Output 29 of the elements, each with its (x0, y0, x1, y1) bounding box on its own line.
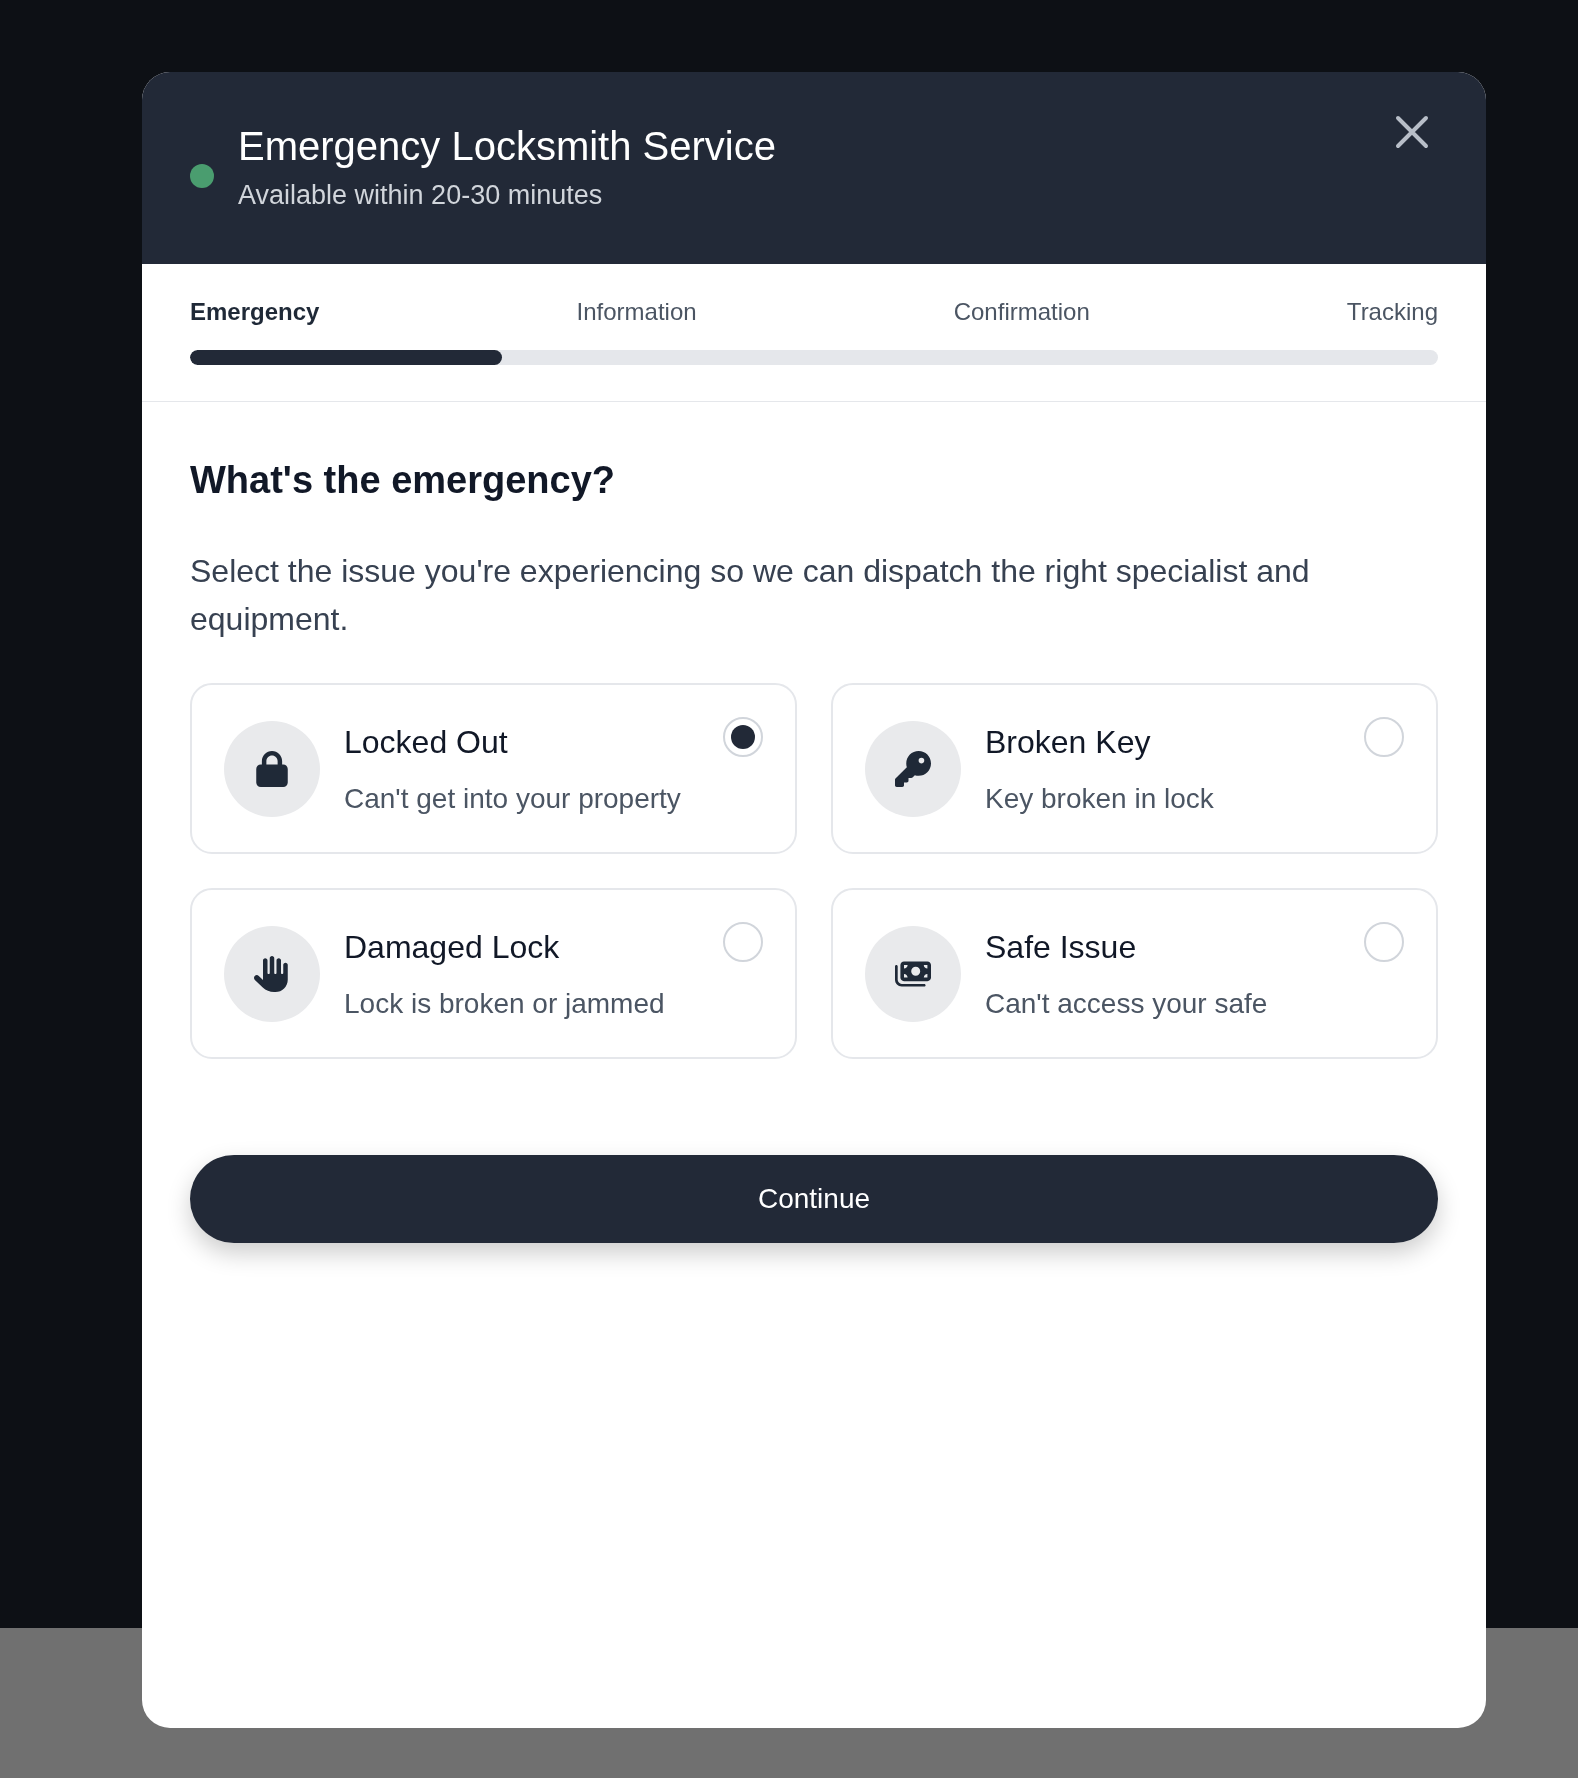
radio-button[interactable] (723, 717, 763, 757)
radio-button[interactable] (1364, 922, 1404, 962)
dialog-subtitle: Available within 20-30 minutes (238, 178, 604, 212)
option-description: Lock is broken or jammed (344, 986, 665, 1021)
radio-button[interactable] (1364, 717, 1404, 757)
option-description: Can't get into your property (344, 781, 681, 816)
lock-icon (254, 750, 290, 787)
dialog-title: Emergency Locksmith Service (238, 122, 776, 170)
option-description: Can't access your safe (985, 986, 1268, 1021)
option-card[interactable]: Damaged Lock Lock is broken or jammed (190, 888, 797, 1059)
option-description: Key broken in lock (985, 781, 1214, 816)
option-card[interactable]: Safe Issue Can't access your safe (831, 888, 1438, 1059)
step-tab[interactable]: Tracking (1346, 294, 1438, 330)
step-tab[interactable]: Information (576, 294, 697, 330)
key-icon (895, 750, 931, 787)
option-title: Safe Issue (985, 927, 1138, 967)
hand-icon (254, 955, 290, 992)
option-title: Locked Out (344, 722, 509, 762)
continue-button[interactable]: Continue (190, 1155, 1438, 1243)
radio-button[interactable] (723, 922, 763, 962)
option-title: Broken Key (985, 722, 1152, 762)
description-text: Select the issue you're experiencing so we can dispatch the right specialist and equipment. (190, 552, 1311, 639)
step-tab[interactable]: Confirmation (953, 294, 1090, 330)
step-tab[interactable]: Emergency (190, 294, 320, 330)
close-icon (1395, 115, 1429, 149)
section-heading: What's the emergency? (190, 458, 617, 503)
option-title: Damaged Lock (344, 927, 561, 967)
option-card[interactable]: Broken Key Key broken in lock (831, 683, 1438, 854)
option-card[interactable]: Locked Out Can't get into your property (190, 683, 797, 854)
